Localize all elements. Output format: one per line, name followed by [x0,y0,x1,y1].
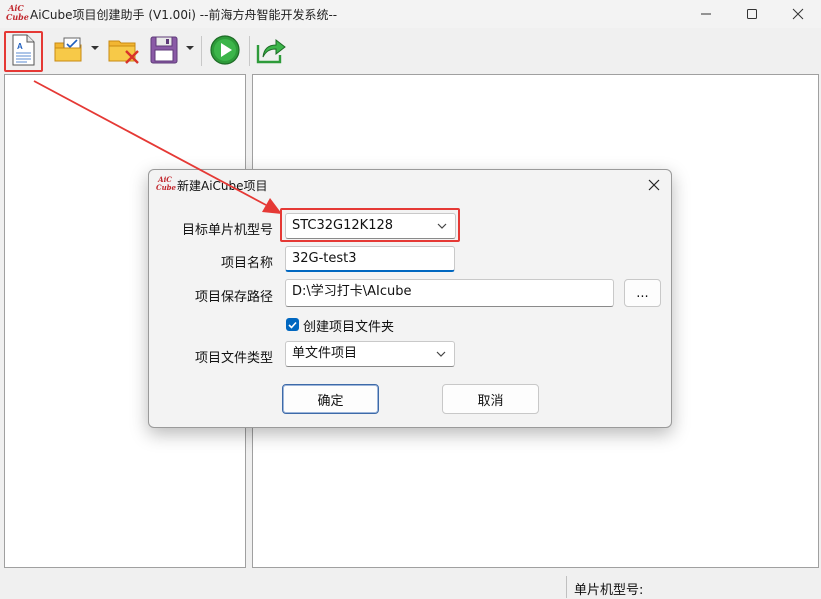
save-button[interactable] [147,32,181,68]
title-bar: AiC Cube AiCube项目创建助手 (V1.00i) --前海方舟智能开发… [0,0,821,28]
delete-project-button[interactable] [106,32,142,68]
create-folder-checkbox[interactable] [286,318,299,331]
delete-project-icon [108,40,139,64]
target-mcu-label: 目标单片机型号 [181,223,273,238]
export-icon [256,38,286,64]
dialog-logo: AiC Cube [156,175,177,194]
close-window-button[interactable] [775,0,821,28]
maximize-icon [747,9,757,19]
toolbar-separator [201,36,202,66]
file-type-label: 项目文件类型 [194,351,273,366]
close-icon [792,8,804,20]
toolbar-separator [249,36,250,66]
minimize-icon [701,13,711,15]
open-dropdown-arrow-icon[interactable] [91,46,99,50]
mcu-model-status: 单片机型号: [574,583,644,598]
dialog-close-button[interactable] [645,176,663,194]
minimize-button[interactable] [683,0,729,28]
toolbar: A [0,28,821,72]
project-name-value: 32G-test3 [292,251,357,266]
target-mcu-highlight [280,208,460,242]
project-name-label: 项目名称 [220,256,273,271]
save-path-label: 项目保存路径 [194,290,273,305]
open-project-icon [54,37,82,62]
save-icon [150,36,178,64]
close-icon [648,179,660,191]
save-dropdown-arrow-icon[interactable] [186,46,194,50]
project-name-input[interactable]: 32G-test3 [285,246,455,272]
maximize-button[interactable] [729,0,775,28]
run-icon [210,35,240,65]
checkmark-icon [288,321,297,329]
create-folder-label: 创建项目文件夹 [303,320,395,335]
ok-button[interactable]: 确定 [282,384,379,414]
app-logo-text: AiC Cube [6,3,29,22]
new-project-dialog: AiC Cube 新建AiCube项目 目标单片机型号 STC32G12K128 … [148,169,672,428]
chevron-down-icon [436,351,446,357]
open-project-button[interactable] [52,32,86,68]
app-logo: AiC Cube [6,3,29,24]
status-separator [566,576,567,598]
status-bar: 单片机型号: [0,574,821,599]
dialog-title: 新建AiCube项目 [177,179,268,193]
window-title: AiCube项目创建助手 (V1.00i) --前海方舟智能开发系统-- [30,8,338,22]
file-type-value: 单文件项目 [292,346,358,361]
run-button[interactable] [208,32,242,68]
save-path-input[interactable]: D:\学习打卡\AIcube [285,279,614,307]
file-type-select[interactable]: 单文件项目 [285,341,455,367]
save-path-value: D:\学习打卡\AIcube [292,284,412,299]
export-button[interactable] [254,32,288,68]
cancel-button[interactable]: 取消 [442,384,539,414]
browse-button[interactable]: ... [624,279,661,307]
new-project-highlight [4,31,43,72]
dialog-logo-text: AiC Cube [156,175,177,192]
